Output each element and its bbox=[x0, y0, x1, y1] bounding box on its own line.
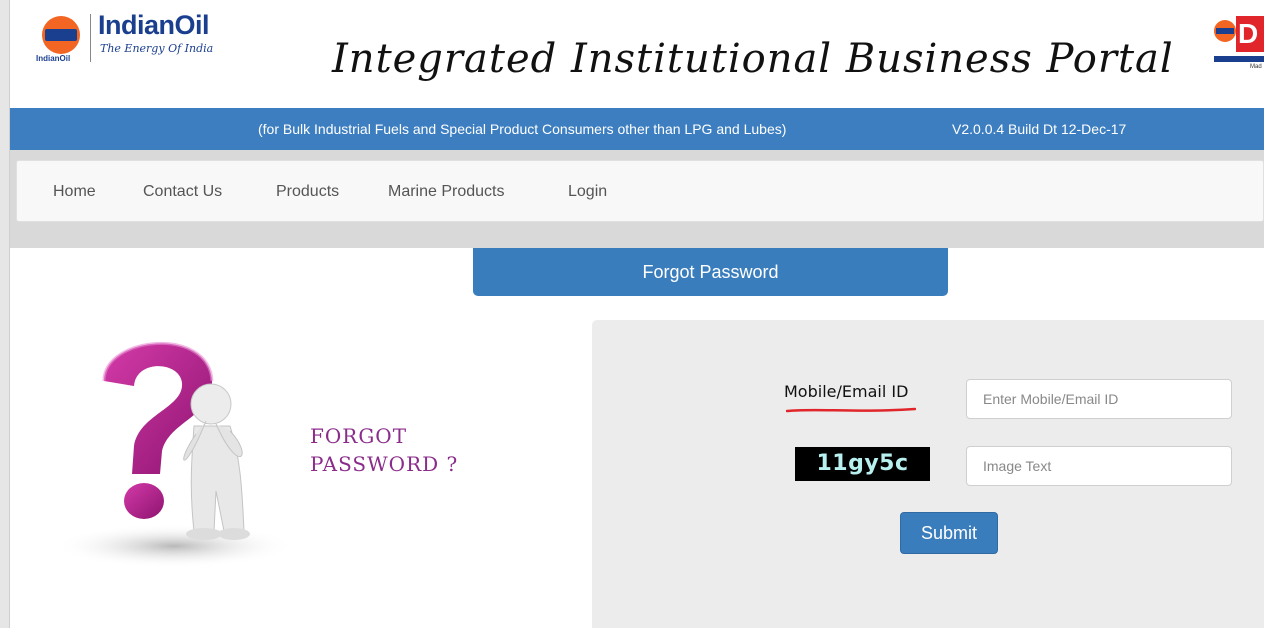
mobile-email-input[interactable] bbox=[966, 379, 1232, 419]
nav-item-marine-products[interactable]: Marine Products bbox=[388, 183, 505, 201]
indianoil-logo[interactable]: IndianOil IndianOil The Energy Of India bbox=[36, 10, 246, 70]
logo-name: IndianOil bbox=[98, 10, 210, 40]
nav-item-home[interactable]: Home bbox=[53, 183, 96, 201]
submit-button[interactable]: Submit bbox=[900, 512, 998, 554]
mobile-email-label: Mobile/Email ID bbox=[784, 382, 909, 401]
nav-item-products[interactable]: Products bbox=[276, 183, 339, 201]
question-mark-figure-icon bbox=[54, 341, 294, 568]
forgot-password-illustration bbox=[44, 326, 304, 576]
captcha-input[interactable] bbox=[966, 446, 1232, 486]
site-header: IndianOil IndianOil The Energy Of India … bbox=[10, 0, 1264, 108]
captcha-image: 11gy5c bbox=[795, 447, 930, 481]
indianoil-emblem-icon bbox=[42, 16, 80, 54]
forgot-caption-line1: FORGOT bbox=[310, 424, 408, 448]
portal-title: Integrated Institutional Business Portal bbox=[332, 36, 1174, 82]
logo-divider bbox=[90, 14, 91, 62]
main-navbar: Home Contact Us Products Marine Products… bbox=[16, 160, 1264, 222]
nav-item-contact-us[interactable]: Contact Us bbox=[143, 183, 222, 201]
partner-logo-icon: D Mad bbox=[1214, 16, 1264, 90]
logo-tagline: The Energy Of India bbox=[100, 42, 214, 55]
nav-item-login[interactable]: Login bbox=[568, 183, 607, 201]
forgot-caption-line2: PASSWORD ? bbox=[310, 452, 459, 476]
info-bar-description: (for Bulk Industrial Fuels and Special P… bbox=[258, 121, 787, 137]
version-label: V2.0.0.4 Build Dt 12-Dec-17 bbox=[952, 121, 1127, 137]
forgot-password-heading: Forgot Password bbox=[473, 248, 948, 296]
logo-subtitle: IndianOil bbox=[36, 54, 71, 63]
info-bar: (for Bulk Industrial Fuels and Special P… bbox=[10, 108, 1264, 150]
left-window-edge bbox=[0, 0, 10, 628]
label-underline-mark bbox=[786, 407, 916, 413]
forgot-password-caption: FORGOT PASSWORD ? bbox=[310, 422, 458, 478]
